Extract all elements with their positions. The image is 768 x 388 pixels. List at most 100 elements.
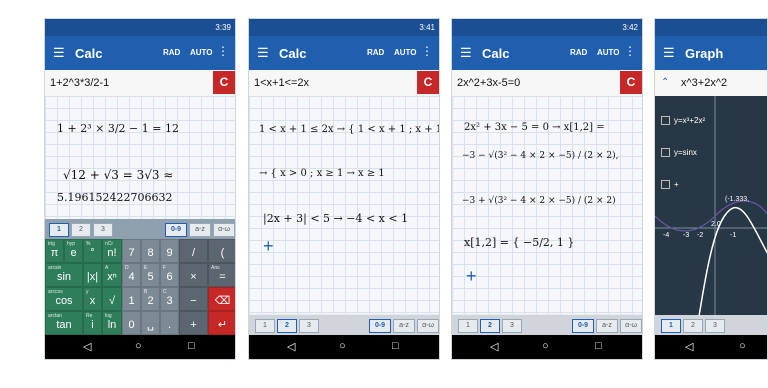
key-decimal[interactable]: .	[160, 311, 179, 335]
key-multiply[interactable]: ×	[179, 263, 208, 287]
auto-toggle[interactable]: AUTO	[190, 48, 213, 57]
key-ln[interactable]: log ln	[102, 311, 122, 335]
keyboard-tab-2[interactable]: 2	[683, 319, 703, 333]
back-icon[interactable]: ◁	[490, 340, 498, 353]
key-minus[interactable]: −	[179, 287, 208, 311]
nav-bar: ◁ ○ □	[249, 335, 439, 359]
keyboard-tab-2[interactable]: 2	[480, 319, 500, 333]
rad-toggle[interactable]: RAD	[367, 48, 384, 57]
key-space[interactable]: ␣	[141, 311, 160, 335]
auto-toggle[interactable]: AUTO	[394, 48, 417, 57]
mode-letters[interactable]: a-z	[393, 319, 415, 333]
rad-toggle[interactable]: RAD	[163, 48, 180, 57]
more-options-icon[interactable]: ⋮	[421, 44, 433, 58]
checkbox-icon[interactable]	[661, 180, 670, 190]
key-8[interactable]: 8	[141, 239, 160, 263]
clear-button[interactable]: C	[417, 71, 439, 94]
mode-digits[interactable]: 0-9	[572, 319, 594, 333]
key-open-paren[interactable]: (	[208, 239, 235, 263]
checkbox-icon[interactable]	[661, 116, 670, 126]
add-expression-icon[interactable]: +	[466, 266, 477, 287]
key-i[interactable]: Re i	[83, 311, 102, 335]
mode-letters[interactable]: a-z	[189, 223, 211, 237]
home-icon[interactable]: ○	[339, 340, 346, 352]
menu-icon[interactable]: ☰	[257, 45, 269, 61]
mode-greek[interactable]: α-ω	[417, 319, 439, 333]
expression-input[interactable]: 1+2^3*3/2-1	[50, 77, 109, 89]
graph-item-1[interactable]: y=x³+2x²	[661, 116, 705, 126]
expression-input[interactable]: 2x^2+3x-5=0	[457, 77, 520, 89]
key-2[interactable]: B2	[141, 287, 160, 311]
back-icon[interactable]: ◁	[685, 340, 693, 353]
expression-input-row: 1+2^3*3/2-1 C	[45, 70, 235, 97]
home-icon[interactable]: ○	[542, 340, 549, 352]
keyboard-tab-2[interactable]: 2	[71, 223, 91, 237]
expression-input[interactable]: x^3+2x^2	[681, 77, 727, 89]
collapse-icon[interactable]: ⌃	[661, 77, 669, 88]
keyboard-tab-1[interactable]: 1	[661, 319, 681, 333]
recent-apps-icon[interactable]: □	[392, 340, 399, 352]
key-factorial[interactable]: nCr n!	[102, 239, 122, 263]
keyboard-tab-3[interactable]: 3	[299, 319, 319, 333]
key-4[interactable]: D4	[122, 263, 141, 287]
mode-digits[interactable]: 0-9	[369, 319, 391, 333]
key-degree[interactable]: % °	[83, 239, 102, 263]
graph-item-3[interactable]: +	[661, 180, 679, 190]
key-7[interactable]: 7	[122, 239, 141, 263]
keyboard-tab-2[interactable]: 2	[277, 319, 297, 333]
clear-button[interactable]: C	[213, 71, 235, 94]
key-equals[interactable]: Ans =	[208, 263, 235, 287]
key-5[interactable]: E5	[141, 263, 160, 287]
graph-item-2[interactable]: y=sinx	[661, 148, 697, 158]
menu-icon[interactable]: ☰	[53, 45, 65, 61]
add-expression-icon[interactable]: +	[263, 236, 274, 257]
rad-toggle[interactable]: RAD	[570, 48, 587, 57]
more-options-icon[interactable]: ⋮	[217, 44, 229, 58]
expression-input[interactable]: 1<x+1<=2x	[254, 77, 309, 89]
status-time: 3:39	[215, 23, 231, 32]
mode-digits[interactable]: 0-9	[165, 223, 187, 237]
auto-toggle[interactable]: AUTO	[597, 48, 620, 57]
graph-canvas[interactable]: y=x³+2x² y=sinx + (-1.333, 2.0 -4 -3 -2 …	[655, 96, 767, 341]
home-icon[interactable]: ○	[739, 340, 746, 352]
key-enter[interactable]: ↵	[208, 311, 235, 335]
key-pi[interactable]: trig π	[45, 239, 64, 263]
key-0[interactable]: 0	[122, 311, 141, 335]
key-x[interactable]: yx	[83, 287, 102, 311]
key-1[interactable]: 1	[122, 287, 141, 311]
status-time: 3:41	[419, 23, 435, 32]
key-9[interactable]: 9	[160, 239, 179, 263]
keyboard-tab-1[interactable]: 1	[49, 223, 69, 237]
more-options-icon[interactable]: ⋮	[624, 44, 636, 58]
key-3[interactable]: C3	[160, 287, 179, 311]
key-sqrt[interactable]: √	[102, 287, 122, 311]
mode-greek[interactable]: α-ω	[620, 319, 642, 333]
key-sin[interactable]: arcsin sin	[45, 263, 83, 287]
recent-apps-icon[interactable]: □	[595, 340, 602, 352]
key-power[interactable]: Axⁿ	[102, 263, 122, 287]
mode-letters[interactable]: a-z	[596, 319, 618, 333]
clear-button[interactable]: C	[620, 71, 642, 94]
key-abs[interactable]: |x|	[83, 263, 102, 287]
home-icon[interactable]: ○	[135, 340, 142, 352]
keyboard-tab-1[interactable]: 1	[458, 319, 478, 333]
mode-greek[interactable]: α-ω	[213, 223, 235, 237]
key-backspace[interactable]: ⌫	[208, 287, 235, 311]
back-icon[interactable]: ◁	[287, 340, 295, 353]
keyboard-tab-1[interactable]: 1	[255, 319, 275, 333]
back-icon[interactable]: ◁	[83, 340, 91, 353]
key-cos[interactable]: arccos cos	[45, 287, 83, 311]
key-divide[interactable]: /	[179, 239, 208, 263]
menu-icon[interactable]: ☰	[460, 45, 472, 61]
keyboard-tab-3[interactable]: 3	[502, 319, 522, 333]
key-tan[interactable]: arctan tan	[45, 311, 83, 335]
menu-icon[interactable]: ☰	[663, 45, 675, 61]
checkbox-icon[interactable]	[661, 148, 670, 158]
x-tick-neg1: -1	[730, 232, 737, 239]
keyboard-tab-3[interactable]: 3	[705, 319, 725, 333]
keyboard-tab-3[interactable]: 3	[93, 223, 113, 237]
key-plus[interactable]: +	[179, 311, 208, 335]
recent-apps-icon[interactable]: □	[188, 340, 195, 352]
key-6[interactable]: F6	[160, 263, 179, 287]
key-e[interactable]: hyp e	[64, 239, 83, 263]
